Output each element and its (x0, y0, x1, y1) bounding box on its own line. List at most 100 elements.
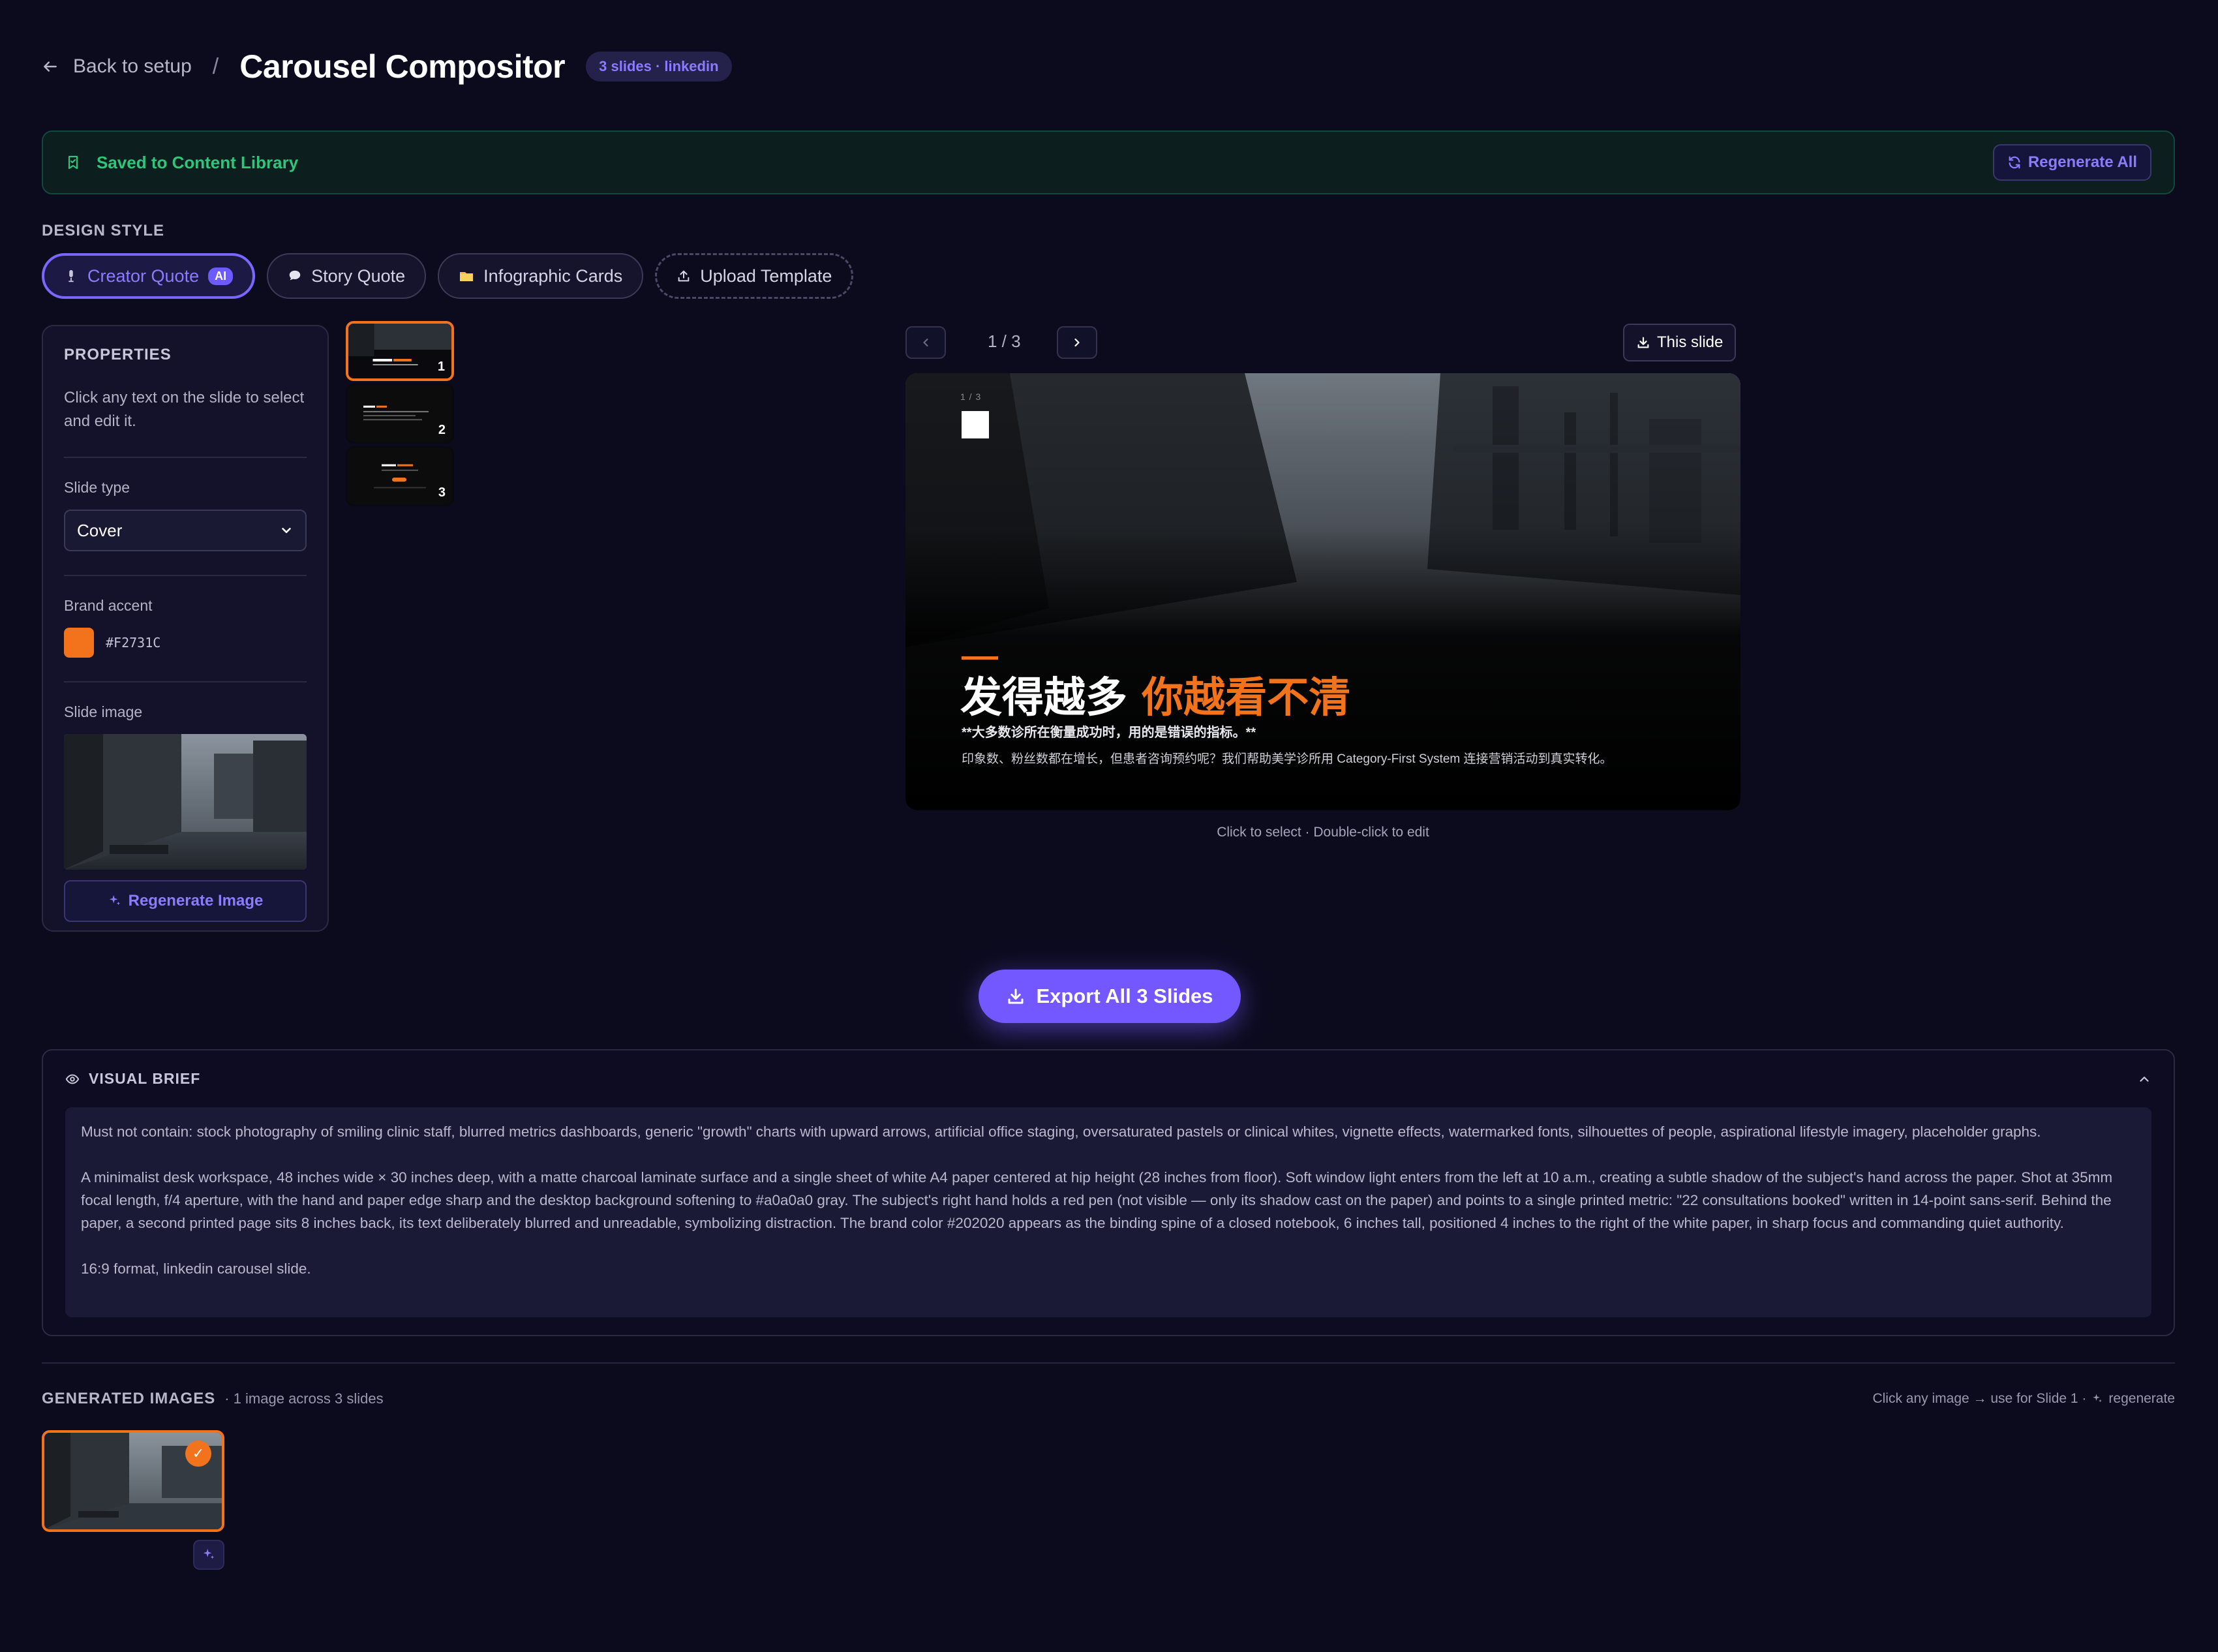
regenerate-all-button[interactable]: Regenerate All (1992, 144, 2151, 181)
brand-accent-swatch[interactable] (64, 628, 94, 658)
folder-icon (460, 272, 474, 281)
next-slide-button[interactable] (1057, 326, 1097, 359)
regenerate-image-label: Regenerate Image (128, 892, 264, 910)
this-slide-label: This slide (1657, 333, 1724, 351)
brand-accent-label: Brand accent (64, 597, 153, 614)
slide-thumbnail-number: 2 (438, 423, 446, 437)
divider (42, 1362, 2175, 1364)
generated-images-header: GENERATED IMAGES · 1 image across 3 slid… (42, 1390, 2175, 1408)
regenerate-all-label: Regenerate All (2028, 153, 2137, 171)
chevron-right-icon (1074, 338, 1080, 347)
brief-format: 16:9 format, linkedin carousel slide. (81, 1261, 311, 1277)
regenerate-image-button[interactable]: Regenerate Image (64, 880, 307, 922)
slide-thumbnail[interactable]: 1 (346, 321, 454, 381)
style-creator-quote[interactable]: Creator Quote AI (42, 253, 256, 299)
style-creator-quote-label: Creator Quote (87, 266, 200, 286)
slide-type-label: Slide type (64, 479, 130, 496)
slide-thumbnail-image (348, 386, 452, 442)
export-all-label: Export All 3 Slides (1036, 985, 1213, 1007)
visual-brief-title-row: VISUAL BRIEF (65, 1070, 200, 1088)
brief-description: A minimalist desk workspace, 48 inches w… (81, 1169, 2113, 1231)
slide-thumbnail-image (348, 324, 451, 378)
generated-images-count: · 1 image across 3 slides (224, 1390, 384, 1407)
slides-badge: 3 slides · linkedin (586, 52, 732, 82)
style-infographic-cards-label: Infographic Cards (483, 266, 623, 286)
slide-canvas[interactable]: 1 / 3 发得越多 你越看不清 **大多数诊所在衡量成功时，用的是错误的指标。… (905, 373, 1740, 810)
visual-brief-text: Must not contain: stock photography of s… (65, 1107, 2151, 1317)
slide-image-label: Slide image (64, 703, 143, 720)
slide-type-select[interactable]: Cover (64, 510, 307, 551)
regenerate-hint-text: regenerate (2108, 1391, 2175, 1406)
previous-slide-button[interactable] (905, 326, 946, 359)
ai-badge: AI (208, 267, 234, 285)
generated-images-title: GENERATED IMAGES (42, 1390, 216, 1407)
visual-brief-header[interactable]: VISUAL BRIEF (65, 1070, 2151, 1088)
slide-thumbnail[interactable]: 2 (346, 384, 454, 444)
divider (64, 457, 307, 458)
slide-counter-text: 1 / 3 (960, 391, 982, 402)
slide-headline[interactable]: 发得越多 你越看不清 (960, 664, 1350, 724)
download-icon (1637, 337, 1649, 348)
slide-edit-hint: Click to select · Double-click to edit (1217, 825, 1429, 840)
properties-help-text: Click any text on the slide to select an… (64, 389, 305, 430)
sparkle-icon (109, 895, 120, 906)
brand-accent-hex: #F2731C (106, 635, 161, 650)
slide-counter: 1 / 3 (988, 331, 1021, 351)
selected-check-icon: ✓ (185, 1441, 211, 1467)
upload-icon (678, 270, 690, 282)
refresh-icon (2009, 156, 2020, 169)
slide-logo-placeholder[interactable] (962, 411, 989, 438)
upload-template-label: Upload Template (700, 266, 832, 286)
divider (64, 575, 307, 576)
upload-template-button[interactable]: Upload Template (655, 253, 854, 299)
visual-brief-panel: VISUAL BRIEF Must not contain: stock pho… (42, 1049, 2175, 1336)
style-story-quote-label: Story Quote (311, 266, 406, 286)
slide-body-text[interactable]: 印象数、粉丝数都在增长，但患者咨询预约呢？我们帮助美学诊所用 Category-… (962, 749, 1613, 767)
saved-banner: Saved to Content Library Regenerate All (42, 130, 2175, 194)
regenerate-image-icon-button[interactable] (193, 1540, 224, 1570)
accent-line (962, 656, 998, 660)
slide-image-preview[interactable] (64, 734, 307, 870)
sparkle-icon (2093, 1394, 2103, 1403)
slide-thumbnails: 1 2 3 (346, 321, 454, 509)
back-label: Back to setup (73, 55, 192, 77)
saved-label: Saved to Content Library (97, 152, 299, 172)
brief-exclusions: Must not contain: stock photography of s… (81, 1124, 2041, 1140)
microphone-icon (68, 269, 74, 283)
chevron-down-icon (282, 527, 291, 534)
generated-images-title-row: GENERATED IMAGES · 1 image across 3 slid… (42, 1390, 384, 1408)
page-title: Carousel Compositor (239, 48, 566, 85)
slide-thumbnail-number: 3 (438, 485, 446, 500)
properties-title: PROPERTIES (64, 346, 172, 363)
saved-status: Saved to Content Library (65, 153, 298, 173)
speech-bubble-icon (289, 270, 301, 281)
generated-images-hint-text: Click any image → use for Slide 1 · (1872, 1391, 2087, 1406)
header: Back to setup / Carousel Compositor 3 sl… (42, 42, 732, 91)
breadcrumb-separator: / (212, 54, 219, 79)
industrial-alley-image (64, 734, 307, 870)
chevron-left-icon (923, 338, 928, 347)
style-infographic-cards[interactable]: Infographic Cards (438, 253, 644, 299)
export-all-button[interactable]: Export All 3 Slides (979, 970, 1241, 1023)
visual-brief-title: VISUAL BRIEF (89, 1070, 201, 1087)
slide-thumbnail-image (348, 448, 452, 504)
style-story-quote[interactable]: Story Quote (267, 253, 427, 299)
back-to-setup-link[interactable]: Back to setup (42, 55, 192, 78)
design-style-label: DESIGN STYLE (42, 222, 165, 239)
slide-background-image (905, 373, 1740, 810)
headline-white: 发得越多 (960, 673, 1142, 722)
arrow-left-icon (44, 61, 57, 72)
generated-images-hint: Click any image → use for Slide 1 · rege… (1872, 1391, 2175, 1407)
bookmark-check-icon (68, 155, 78, 170)
slide-subline[interactable]: **大多数诊所在衡量成功时，用的是错误的指标。** (962, 722, 1256, 741)
download-icon (1008, 988, 1024, 1004)
download-this-slide-button[interactable]: This slide (1623, 324, 1737, 361)
brand-accent-row: #F2731C (64, 628, 307, 658)
headline-accent: 你越看不清 (1142, 673, 1351, 722)
divider (64, 681, 307, 682)
sparkle-icon (203, 1548, 215, 1559)
properties-panel: PROPERTIES Click any text on the slide t… (42, 325, 329, 932)
slide-thumbnail-number: 1 (437, 359, 445, 374)
chevron-up-icon[interactable] (2137, 1072, 2151, 1086)
slide-thumbnail[interactable]: 3 (346, 446, 454, 506)
